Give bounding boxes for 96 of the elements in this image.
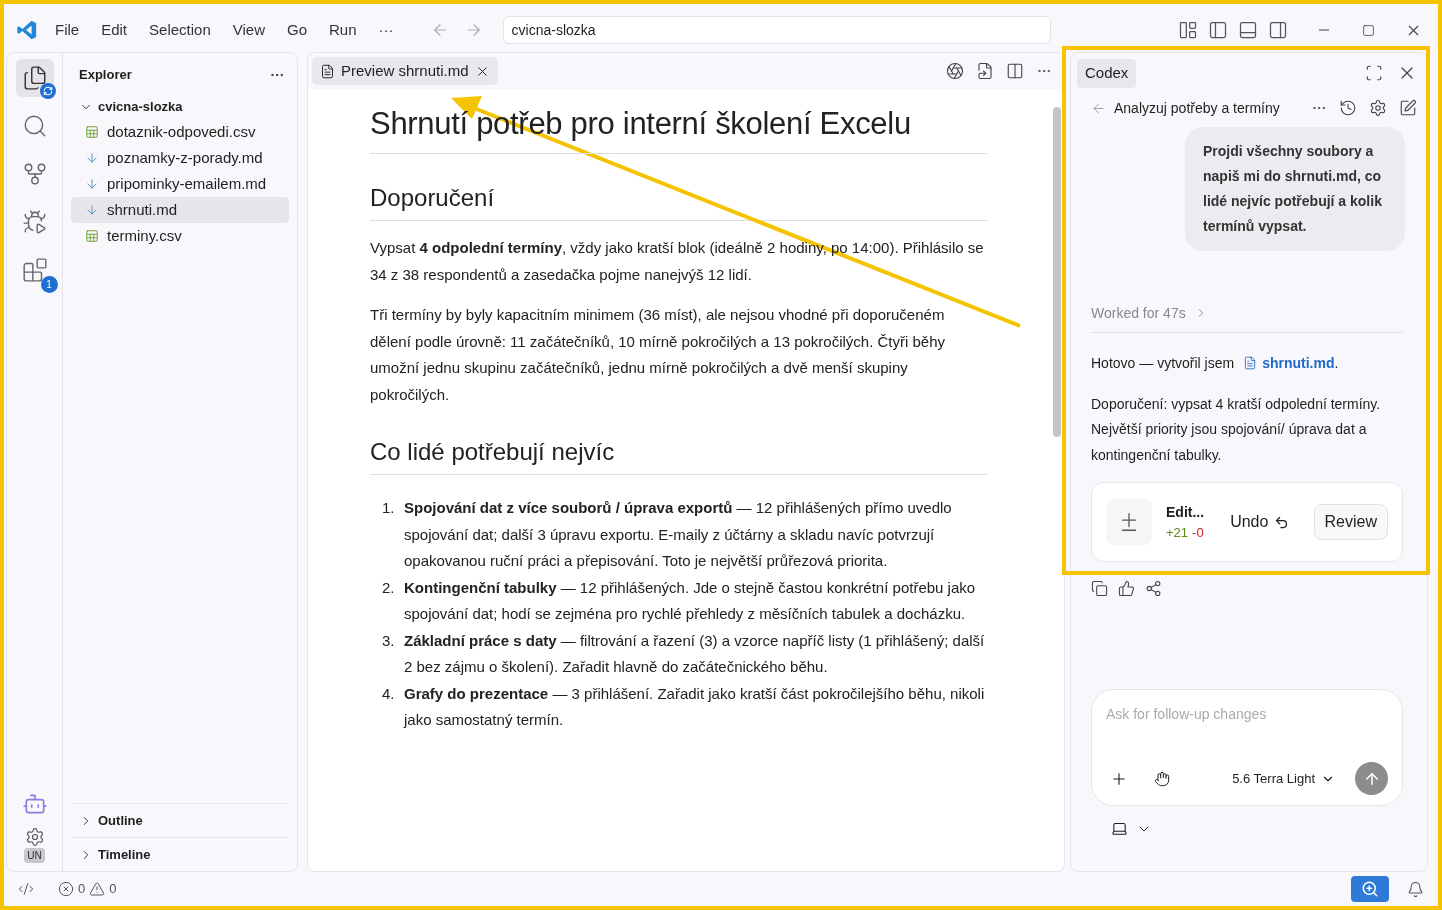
history-icon[interactable]	[1339, 99, 1357, 117]
list-item-text: Kontingenční tabulky — 12 přihlášených. Jde o stejně častou konkrétní potřebu jako spojování dat; hodí se zejména pro rychlé přehledy z měsíčních tabulek a docházku.	[403, 577, 977, 624]
extensions-icon	[21, 257, 48, 283]
list-item-text: Základní práce s daty — filtrování a řazení (3) a vzorce napříč listy (1 přihlášený; další 2 bez zájmu o školení). Zařadit hlavně do začátečnického běhu.	[403, 630, 986, 677]
maximize-icon[interactable]	[1362, 23, 1375, 37]
menu-item[interactable]: View	[223, 14, 274, 46]
copy-icon[interactable]	[1091, 580, 1108, 597]
markdown-icon	[85, 203, 99, 217]
settings-icon[interactable]	[1369, 99, 1387, 117]
added-count: +21	[1166, 523, 1189, 542]
open-source-icon[interactable]	[976, 62, 994, 80]
explorer-title: Explorer	[79, 66, 132, 85]
user-message: Projdi všechny soubory a napiš mi do shrnuti.md, co lidé nejvíc potřebují a kolik termínů vypsat.	[1185, 126, 1405, 251]
run-debug-icon	[21, 209, 48, 235]
warning-count[interactable]: 0	[109, 879, 117, 899]
section-heading: Co lidé potřebují nejvíc	[370, 436, 987, 475]
paragraph: Vypsat 4 odpolední termíny, vždy jako kratší blok (ideálně 2 hodiny, po 14:00). Přihlásilo se 34 z 38 respondentů a zasedačka pojme nanejvýš 12 lidí.	[370, 238, 985, 285]
warning-icon[interactable]	[89, 881, 106, 897]
list-number: 2.	[382, 577, 396, 598]
tree-row[interactable]: pripominky-emailem.md	[71, 171, 289, 197]
error-icon[interactable]	[58, 881, 74, 897]
edit-label: Edit...	[1166, 502, 1205, 522]
split-editor-icon[interactable]	[1006, 62, 1024, 80]
fullscreen-icon[interactable]	[1365, 64, 1383, 83]
vscode-logo-icon	[16, 19, 38, 41]
gear-icon	[24, 827, 45, 847]
period-text: .	[1334, 353, 1339, 373]
menu-item[interactable]: Go	[278, 14, 316, 46]
removed-count: -0	[1192, 523, 1204, 542]
tree-row[interactable]: terminy.csv	[71, 223, 289, 249]
section-label: Timeline	[98, 845, 151, 864]
file-name: shrnuti.md	[107, 199, 178, 220]
secondary-sidebar-toggle-icon[interactable]	[1268, 20, 1288, 40]
error-count[interactable]: 0	[78, 879, 86, 899]
spreadsheet-icon	[85, 125, 99, 139]
aperture-icon[interactable]	[946, 62, 964, 80]
menu-item[interactable]: File	[46, 14, 89, 46]
paragraph: Tři termíny by byly kapacitním minimem (36 míst), ale nejsou vhodné při doporučeném dělení podle úrovně: 11 začátečníků, 10 mírně pokročilých a 13 pokročilých. Čtyři běhy umožní jednu skupinu začátečníků, jednu mírně pokročilých a dvě menší skupiny pokročilých.	[370, 305, 947, 405]
hand-icon[interactable]	[1154, 770, 1170, 787]
command-center-field[interactable]: cvicna-slozka	[502, 16, 1051, 44]
file-name: dotaznik-odpovedi.csv	[107, 121, 256, 142]
list-number: 3.	[382, 630, 396, 651]
review-button[interactable]: Review	[1313, 504, 1388, 540]
list-number: 1.	[382, 498, 396, 518]
sidebar-toggle-icon[interactable]	[1208, 20, 1228, 40]
panel-toggle-icon[interactable]	[1238, 20, 1258, 40]
model-selector[interactable]: 5.6 Terra Light	[1232, 768, 1335, 789]
preview-icon[interactable]	[320, 63, 335, 79]
file-name: terminy.csv	[107, 225, 182, 246]
markdown-icon	[85, 151, 99, 165]
file-icon	[1243, 356, 1258, 370]
thumbs-up-icon[interactable]	[1118, 580, 1135, 597]
menu-item[interactable]: Edit	[92, 14, 137, 46]
list-item-text: Spojování dat z více souborů / úprava exportů — 12 přihlášených přímo uvedlo spojování dat; další 3 úpravu exportu. E-maily z účtárny a skladu navíc potvrzují opakovanou ruční práci a přepisování. Toto je největší průřezová priorita.	[403, 498, 953, 571]
diff-icon	[1106, 499, 1152, 545]
scrollbar-thumb[interactable]	[1053, 107, 1061, 437]
menu-item[interactable]: Run	[320, 14, 366, 46]
summary-text: Doporučení: vypsat 4 kratší odpolední termíny. Největší priority jsou spojování/ úprava dat a kontingenční tabulky.	[1091, 394, 1381, 465]
new-chat-icon[interactable]	[1399, 99, 1417, 117]
zoom-in-icon[interactable]	[1351, 876, 1389, 902]
account-badge: UN	[24, 848, 45, 863]
reply-text: Hotovo — vytvořil jsem	[1091, 353, 1235, 373]
tree-row[interactable]: dotaznik-odpovedi.csv	[71, 119, 289, 145]
explorer-activity-icon[interactable]	[15, 59, 54, 97]
codex-tab[interactable]: Codex	[1077, 59, 1137, 88]
menu-item[interactable]: Selection	[140, 14, 220, 46]
follow-up-field[interactable]: Ask for follow-up changes	[1106, 704, 1388, 725]
section-label: Outline	[98, 811, 143, 830]
list-number: 4.	[382, 683, 396, 704]
send-button[interactable]	[1355, 762, 1388, 795]
markdown-icon	[85, 177, 99, 191]
folder-name: cvicna-slozka	[98, 98, 183, 117]
file-name: poznamky-z-porady.md	[107, 147, 263, 168]
section-header[interactable]: Outline	[71, 803, 289, 837]
count-badge: 1	[40, 276, 58, 293]
remote-icon[interactable]	[18, 881, 34, 897]
undo-icon	[1274, 514, 1290, 530]
list-item-text: Grafy do prezentace — 3 přihlášení. Zařadit jako kratší část pokročilejšího běhu, nikoli jako samostatný termín.	[402, 683, 986, 730]
folder-row[interactable]: cvicna-slozka	[71, 95, 289, 119]
manage-button[interactable]: UN	[18, 827, 51, 863]
sync-badge-icon	[39, 83, 56, 99]
file-name: pripominky-emailem.md	[107, 173, 267, 194]
editor-tab[interactable]: Preview shrnuti.md	[312, 57, 498, 85]
tree-row[interactable]: poznamky-z-porady.md	[71, 145, 289, 171]
notifications-icon[interactable]	[1407, 880, 1424, 898]
section-header[interactable]: Timeline	[71, 837, 289, 871]
section-heading: Doporučení	[370, 182, 987, 221]
spreadsheet-icon	[85, 229, 99, 243]
menu-item[interactable]: ···	[369, 14, 403, 46]
undo-button[interactable]: Undo	[1230, 510, 1290, 534]
tree-row[interactable]: shrnuti.md	[71, 197, 289, 223]
laptop-icon[interactable]	[1111, 820, 1128, 837]
file-link[interactable]: shrnuti.md	[1262, 352, 1335, 374]
share-icon[interactable]	[1145, 580, 1162, 597]
thread-title: Analyzuj potřeby a termíny	[1114, 98, 1280, 118]
layout-icon[interactable]	[1178, 20, 1198, 40]
